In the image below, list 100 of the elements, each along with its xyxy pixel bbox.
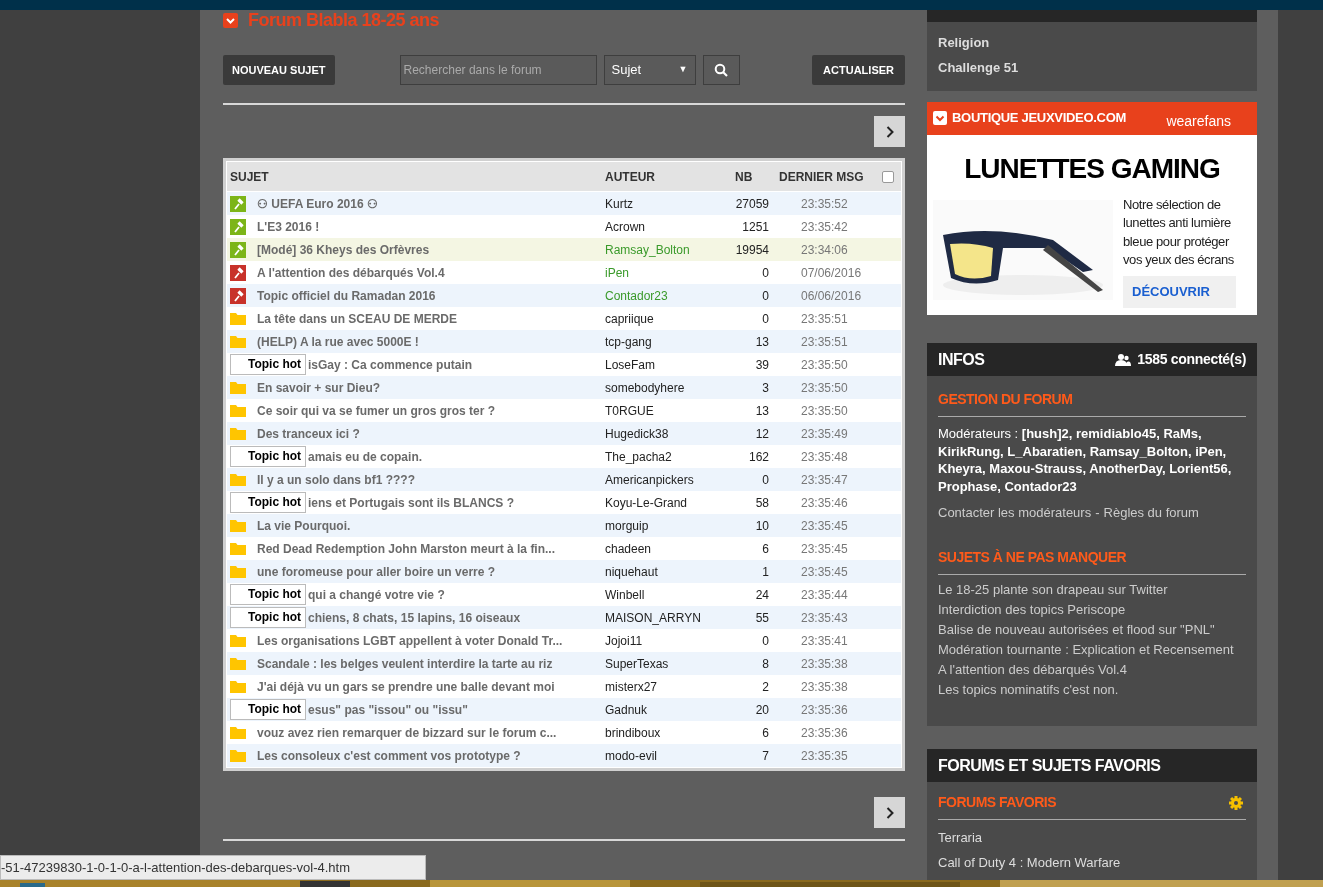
status-url: -51-47239830-1-0-1-0-a-l-attention-des-debarques-vol-4.htm — [0, 855, 426, 880]
reply-count: 0 — [761, 310, 769, 328]
settings-icon[interactable] — [1229, 795, 1243, 810]
author-link[interactable]: misterx27 — [605, 677, 725, 696]
topic-title-link[interactable]: qui a changé votre vie ? — [308, 585, 445, 604]
topic-title-link[interactable]: [Modé] 36 Kheys des Orfèvres — [257, 240, 430, 259]
reply-count: 27059 — [734, 195, 769, 213]
rules-link[interactable]: Règles du forum — [1103, 503, 1199, 523]
topic-title-link[interactable]: (HELP) A la rue avec 5000E ! — [257, 332, 419, 351]
topic-select[interactable]: Sujet ▼ — [603, 55, 696, 85]
search-button[interactable] — [702, 55, 740, 85]
topic-title-link[interactable]: La tête dans un SCEAU DE MERDE — [257, 309, 458, 328]
topic-row[interactable]: Topic officiel du Ramadan 2016 Contador23 0 06/06/2016 — [227, 284, 901, 307]
topic-title-link[interactable]: esus" pas "issou" ou "issu" — [308, 700, 468, 719]
author-link[interactable]: morguip — [605, 516, 725, 535]
author-link[interactable]: chadeen — [605, 539, 725, 558]
folder-icon — [230, 312, 246, 325]
section-heading: SUJETS À NE PAS MANQUER — [938, 546, 1246, 575]
section-heading: FORUMS FAVORIS — [938, 793, 1056, 813]
topic-title-link[interactable]: une foromeuse pour aller boire un verre ? — [257, 562, 496, 581]
last-message-time: 23:35:46 — [801, 494, 848, 512]
topic-row[interactable]: Les consoleux c'est comment vos prototype ? modo-evil 7 23:35:35 — [227, 744, 901, 767]
subforum-link[interactable]: Challenge 51 — [938, 57, 1246, 77]
topic-link[interactable]: Les topics nominatifs c'est non. — [938, 682, 1246, 697]
topic-link[interactable]: A l'attention des débarqués Vol.4 — [938, 662, 1246, 677]
author-link[interactable]: LoseFam — [605, 355, 725, 374]
author-link[interactable]: Koyu-Le-Grand — [605, 493, 725, 512]
last-message-time: 23:35:43 — [801, 609, 848, 627]
author-link[interactable]: modo-evil — [605, 746, 725, 765]
topic-title-link[interactable]: vouz avez rien remarquer de bizzard sur le forum c... — [257, 723, 557, 742]
author-link[interactable]: MAISON_ARRYN — [605, 608, 725, 627]
topic-title-link[interactable]: L'E3 2016 ! — [257, 217, 320, 236]
last-message-time: 23:35:45 — [801, 563, 848, 581]
topic-title-link[interactable]: Les consoleux c'est comment vos prototype ? — [257, 746, 521, 765]
topic-title-link[interactable]: iens et Portugais sont ils BLANCS ? — [308, 493, 515, 512]
forum-link[interactable]: Terraria — [938, 828, 1246, 848]
topic-link[interactable]: Modération tournante : Explication et Recensement — [938, 642, 1246, 657]
topic-title-link[interactable]: Il y a un solo dans bf1 ???? — [257, 470, 415, 489]
contact-link[interactable]: Contacter les modérateurs — [938, 503, 1092, 523]
author-link[interactable]: Jojoi11 — [605, 631, 725, 650]
author-link[interactable]: brindiboux — [605, 723, 725, 742]
topic-title-link[interactable]: Red Dead Redemption John Marston meurt à la fin... — [257, 539, 556, 558]
last-message-time: 23:35:41 — [801, 632, 848, 650]
topic-title-link[interactable]: amais eu de copain. — [308, 447, 423, 466]
author-link[interactable]: Gadnuk — [605, 700, 725, 719]
refresh-button[interactable]: ACTUALISER — [812, 55, 905, 85]
topic-row[interactable]: (HELP) A la rue avec 5000E ! tcp-gang 13 23:35:51 — [227, 330, 901, 353]
author-link[interactable]: Winbell — [605, 585, 725, 604]
topic-title-link[interactable]: En savoir + sur Dieu? — [257, 378, 381, 397]
topic-row[interactable]: Il y a un solo dans bf1 ???? Americanpickers 0 23:35:47 — [227, 468, 901, 491]
next-page-button[interactable] — [874, 797, 905, 828]
folder-icon — [230, 404, 246, 417]
discover-button[interactable]: DÉCOUVRIR — [1123, 275, 1236, 308]
topic-row[interactable]: La vie Pourquoi. morguip 10 23:35:45 — [227, 514, 901, 537]
author-link[interactable]: iPen — [605, 263, 725, 282]
topic-row[interactable]: une foromeuse pour aller boire un verre ? niquehaut 1 23:35:45 — [227, 560, 901, 583]
author-link[interactable]: SuperTexas — [605, 654, 725, 673]
topic-row[interactable]: En savoir + sur Dieu? somebodyhere 3 23:35:50 — [227, 376, 901, 399]
topic-link[interactable]: Le 18-25 plante son drapeau sur Twitter — [938, 582, 1246, 597]
topic-title-link[interactable]: isGay : Ca commence putain — [308, 355, 473, 374]
author-link[interactable]: T0RGUE — [605, 401, 725, 420]
reply-count: 0 — [761, 287, 769, 305]
topic-link[interactable]: Balise de nouveau autorisées et flood sur "PNL" — [938, 622, 1246, 637]
chevron-right-icon — [885, 125, 894, 138]
topic-row[interactable]: [Modé] 36 Kheys des Orfèvres Ramsay_Bolton 19954 23:34:06 — [227, 238, 901, 261]
topic-title-link[interactable]: A l'attention des débarqués Vol.4 — [257, 263, 445, 282]
moderators-list: Modérateurs : [hush]2, remidiablo45, RaMs, KirikRung, L_Abaratien, Ramsay_Bolton, iPen, Kheyra, Maxou-Strauss, AnotherDay, Lorient56, Prophase, Contador23 — [938, 425, 1246, 496]
topic-title-link[interactable]: Topic officiel du Ramadan 2016 — [257, 286, 436, 305]
author-link[interactable]: Americanpickers — [605, 470, 725, 489]
topic-title-link[interactable]: La vie Pourquoi. — [257, 516, 351, 535]
topic-title-link[interactable]: ⚇ UEFA Euro 2016 ⚇ — [257, 194, 378, 213]
author-link[interactable]: somebodyhere — [605, 378, 725, 397]
author-link[interactable]: The_pacha2 — [605, 447, 725, 466]
topic-row[interactable]: Topic hot esus" pas "issou" ou "issu" Gadnuk 20 23:35:36 — [227, 698, 901, 721]
author-link[interactable]: tcp-gang — [605, 332, 725, 351]
author-link[interactable]: Kurtz — [605, 194, 725, 213]
forum-link[interactable]: Call of Duty 4 : Modern Warfare — [938, 852, 1246, 873]
topic-title-link[interactable]: Scandale : les belges veulent interdire la tarte au riz — [257, 654, 553, 673]
next-page-button[interactable] — [874, 116, 905, 147]
topic-title-link[interactable]: J'ai déjà vu un gars se prendre une balle devant moi — [257, 677, 555, 696]
search-field[interactable]: Rechercher dans le forum — [399, 55, 597, 85]
author-link[interactable]: Acrown — [605, 217, 725, 236]
topic-row[interactable]: Topic hot chiens, 8 chats, 15 lapins, 16 oiseaux MAISON_ARRYN 55 23:35:43 — [227, 606, 901, 629]
topic-link[interactable]: Interdiction des topics Periscope — [938, 602, 1246, 617]
topic-title-link[interactable]: Des tranceux ici ? — [257, 424, 360, 443]
chevron-icon — [933, 111, 947, 126]
topic-row[interactable]: ⚇ UEFA Euro 2016 ⚇ Kurtz 27059 23:35:52 — [227, 192, 901, 215]
topic-row[interactable]: Scandale : les belges veulent interdire la tarte au riz SuperTexas 8 23:35:38 — [227, 652, 901, 675]
author-link[interactable]: niquehaut — [605, 562, 725, 581]
author-link[interactable]: Hugedick38 — [605, 424, 725, 443]
select-all-checkbox[interactable] — [882, 170, 894, 183]
topic-title-link[interactable]: chiens, 8 chats, 15 lapins, 16 oiseaux — [308, 608, 521, 627]
author-link[interactable]: capriique — [605, 309, 725, 328]
topic-row[interactable]: Des tranceux ici ? Hugedick38 12 23:35:49 — [227, 422, 901, 445]
page-title: Forum Blabla 18-25 ans — [248, 8, 440, 32]
subforum-link[interactable]: Religion — [938, 33, 1246, 53]
new-topic-button[interactable]: NOUVEAU SUJET — [223, 55, 335, 85]
reply-count: 0 — [761, 264, 769, 282]
topic-title-link[interactable]: Ce soir qui va se fumer un gros gros ter ? — [257, 401, 496, 420]
topic-title-link[interactable]: Les organisations LGBT appellent à voter Donald Tr... — [257, 631, 563, 650]
